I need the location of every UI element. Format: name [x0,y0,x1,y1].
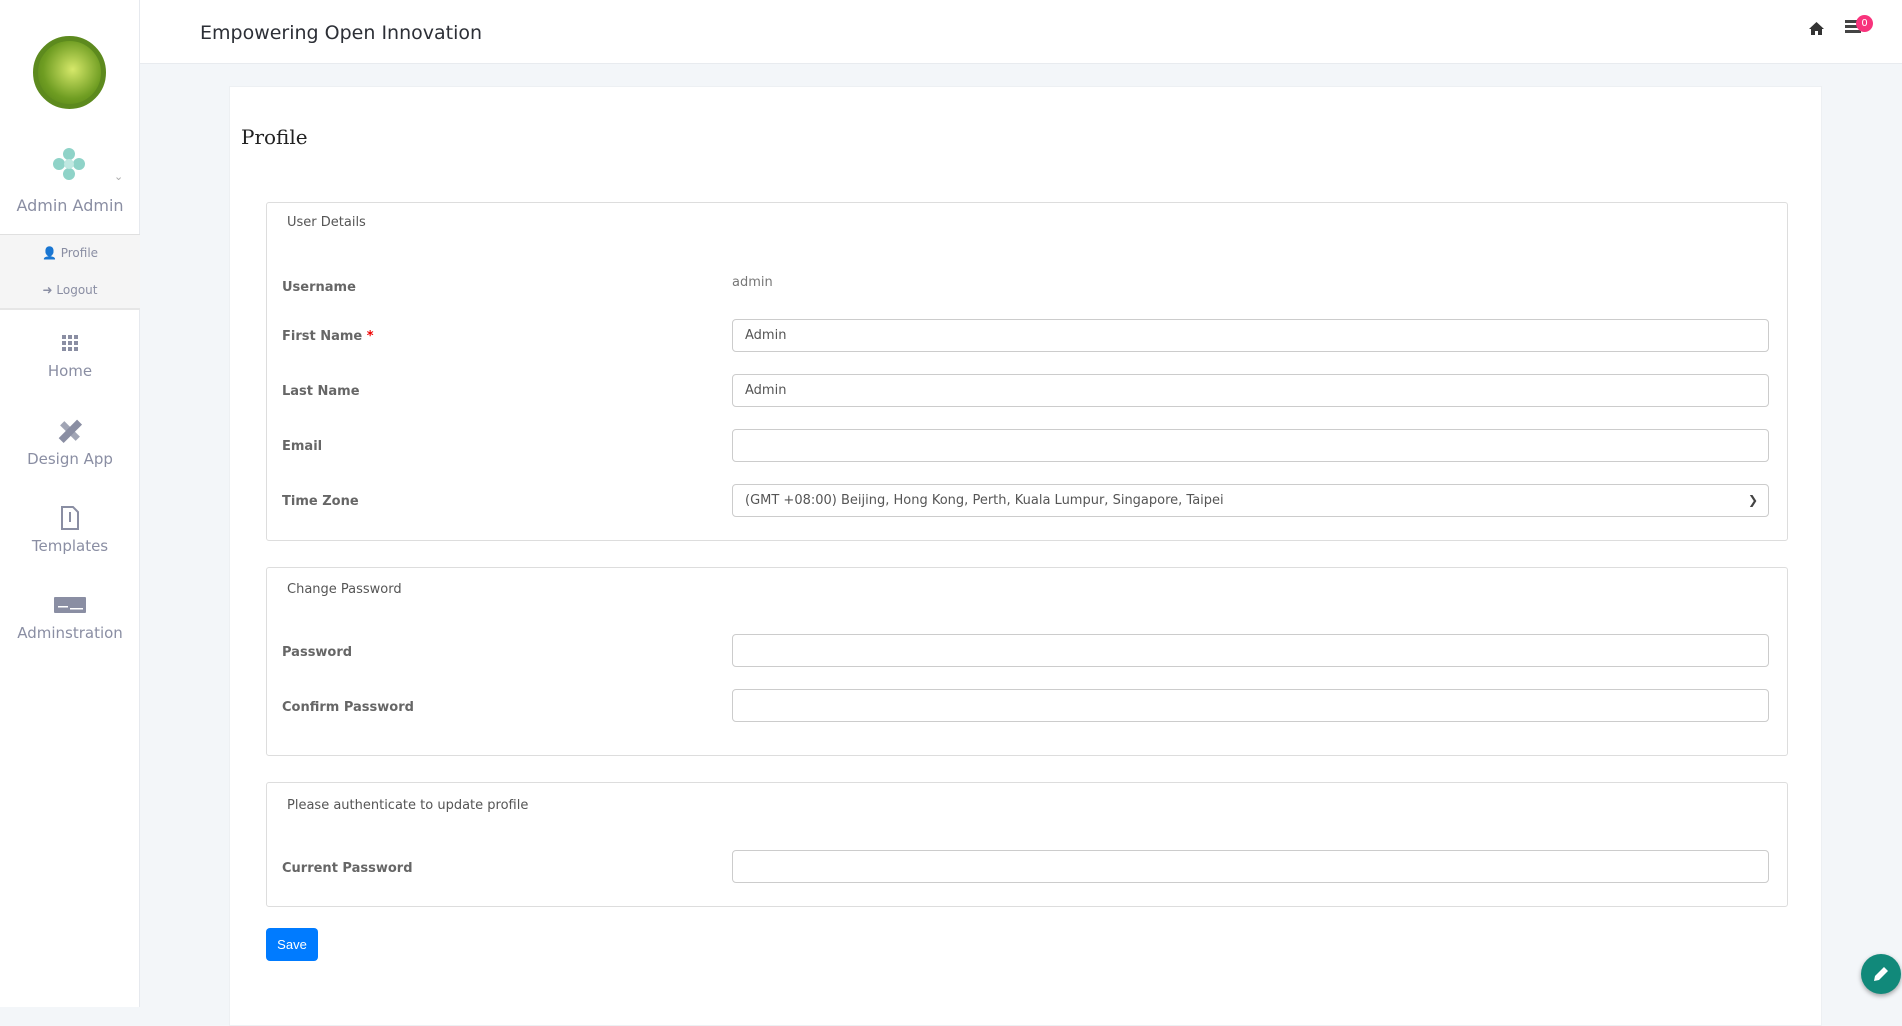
page-title: Profile [241,125,308,149]
user-menu-profile[interactable]: 👤 Profile [0,246,140,260]
confirm-password-input[interactable] [732,689,1769,722]
authenticate-section: Please authenticate to update profile Cu… [266,782,1788,907]
file-zip-icon [0,505,140,531]
required-mark: * [366,329,374,344]
timezone-select[interactable]: (GMT +08:00) Beijing, Hong Kong, Perth, … [732,484,1769,517]
section-legend: Please authenticate to update profile [287,798,529,813]
nav-templates[interactable]: Templates [0,505,140,555]
user-menu: 👤 Profile ➜ Logout [0,234,140,310]
email-input[interactable] [732,429,1769,462]
app-title: Empowering Open Innovation [200,22,483,44]
pencil-ruler-icon [0,418,140,444]
first-name-label: First Name * [282,329,374,344]
user-menu-logout[interactable]: ➜ Logout [0,283,140,297]
timezone-label: Time Zone [282,494,359,509]
timezone-value: (GMT +08:00) Beijing, Hong Kong, Perth, … [745,493,1224,508]
first-name-label-text: First Name [282,329,363,344]
user-icon: 👤 [41,246,57,260]
current-password-label: Current Password [282,861,413,876]
last-name-input[interactable]: Admin [732,374,1769,407]
user-name[interactable]: Admin Admin [0,196,140,215]
top-header: Empowering Open Innovation 0 [140,0,1902,64]
logout-icon: ➜ [42,283,53,297]
notification-badge[interactable]: 0 [1856,15,1873,32]
pencil-icon [1874,967,1888,981]
password-label: Password [282,645,353,660]
nav-label: Templates [31,537,109,555]
grid-icon [0,330,140,356]
user-avatar-icon[interactable] [52,147,86,181]
nav-design-app[interactable]: Design App [0,418,140,468]
nav-administration[interactable]: Adminstration [0,592,140,642]
app-logo[interactable] [33,36,106,109]
sidebar: ⌄ Admin Admin 👤 Profile ➜ Logout Home De… [0,0,140,1007]
username-label: Username [282,280,356,295]
username-value: admin [732,275,773,290]
nav-label: Home [47,362,93,380]
home-icon[interactable] [1809,22,1824,35]
nav-label: Design App [27,450,113,468]
keyboard-icon [0,592,140,618]
first-name-input[interactable]: Admin [732,319,1769,352]
nav-home[interactable]: Home [0,330,140,380]
email-label: Email [282,439,323,454]
edit-fab-button[interactable] [1861,954,1901,994]
current-password-input[interactable] [732,850,1769,883]
section-legend: User Details [287,215,366,230]
change-password-section: Change Password Password Confirm Passwor… [266,567,1788,756]
chevron-down-icon: ❯ [1747,493,1758,507]
confirm-password-label: Confirm Password [282,700,414,715]
section-legend: Change Password [287,582,402,597]
chevron-down-icon[interactable]: ⌄ [114,170,123,183]
profile-card: Profile User Details Username admin Firs… [229,86,1822,1026]
logout-label: Logout [56,283,98,297]
save-button[interactable]: Save [266,928,318,961]
password-input[interactable] [732,634,1769,667]
profile-label: Profile [60,246,99,260]
last-name-label: Last Name [282,384,360,399]
nav-label: Adminstration [17,624,123,642]
user-details-section: User Details Username admin First Name *… [266,202,1788,541]
